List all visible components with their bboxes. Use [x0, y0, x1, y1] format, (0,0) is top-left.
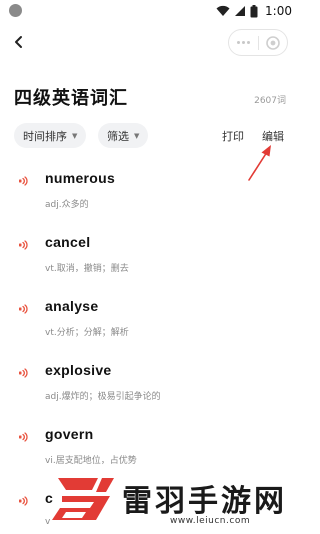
list-item[interactable]: cancel vt.取消，撤销；删去	[0, 211, 300, 275]
nav-bar	[0, 24, 300, 62]
word-definition: adj.爆炸的；极易引起争论的	[45, 392, 161, 402]
speaker-icon[interactable]	[17, 302, 31, 316]
mini-program-capsule	[228, 29, 288, 56]
watermark-logo-icon	[52, 478, 114, 520]
word-text: explosive	[45, 362, 112, 378]
sort-label: 时间排序	[23, 129, 67, 143]
notification-dot-icon	[9, 4, 22, 17]
watermark-text: 雷羽手游网	[122, 484, 287, 519]
word-text: govern	[45, 426, 94, 442]
word-text: analyse	[45, 298, 99, 314]
speaker-icon[interactable]	[17, 238, 31, 252]
word-definition: vt.分析；分解；解析	[45, 328, 129, 338]
caret-down-icon: ▼	[134, 131, 140, 140]
filter-dropdown[interactable]: 筛选 ▼	[98, 123, 149, 148]
watermark-url: www.leiucn.com	[170, 516, 251, 526]
list-item[interactable]: explosive adj.爆炸的；极易引起争论的	[0, 339, 300, 403]
word-text: numerous	[45, 170, 116, 186]
page-title: 四级英语词汇	[14, 88, 128, 109]
list-item[interactable]: analyse vt.分析；分解；解析	[0, 275, 300, 339]
list-item[interactable]: numerous adj.众多的	[0, 147, 300, 211]
status-bar: 1:00	[0, 0, 300, 24]
watermark: 雷羽手游网 www.leiucn.com	[52, 470, 300, 534]
word-definition: vi.居支配地位，占优势	[45, 456, 137, 466]
word-definition: vt.取消，撤销；删去	[45, 264, 129, 274]
status-time: 1:00	[265, 4, 292, 18]
battery-icon	[250, 4, 258, 17]
edit-button[interactable]: 编辑	[262, 128, 284, 144]
print-button[interactable]: 打印	[222, 128, 244, 144]
target-close-icon[interactable]	[259, 30, 287, 55]
speaker-icon[interactable]	[17, 430, 31, 444]
sort-dropdown[interactable]: 时间排序 ▼	[14, 123, 87, 148]
speaker-icon[interactable]	[17, 174, 31, 188]
word-definition: adj.众多的	[45, 200, 89, 210]
speaker-icon[interactable]	[17, 366, 31, 380]
signal-icon	[235, 6, 246, 16]
word-definition: v	[45, 517, 51, 527]
more-dots-icon[interactable]	[229, 30, 258, 55]
speaker-icon[interactable]	[17, 494, 31, 508]
word-count: 2607词	[254, 96, 286, 106]
wifi-icon	[216, 5, 230, 16]
filter-label: 筛选	[107, 129, 129, 143]
list-item[interactable]: govern vi.居支配地位，占优势	[0, 403, 300, 467]
caret-down-icon: ▼	[72, 131, 78, 140]
status-icons: 1:00	[216, 3, 292, 19]
word-text: cancel	[45, 234, 91, 250]
chevron-left-icon[interactable]	[12, 32, 32, 52]
